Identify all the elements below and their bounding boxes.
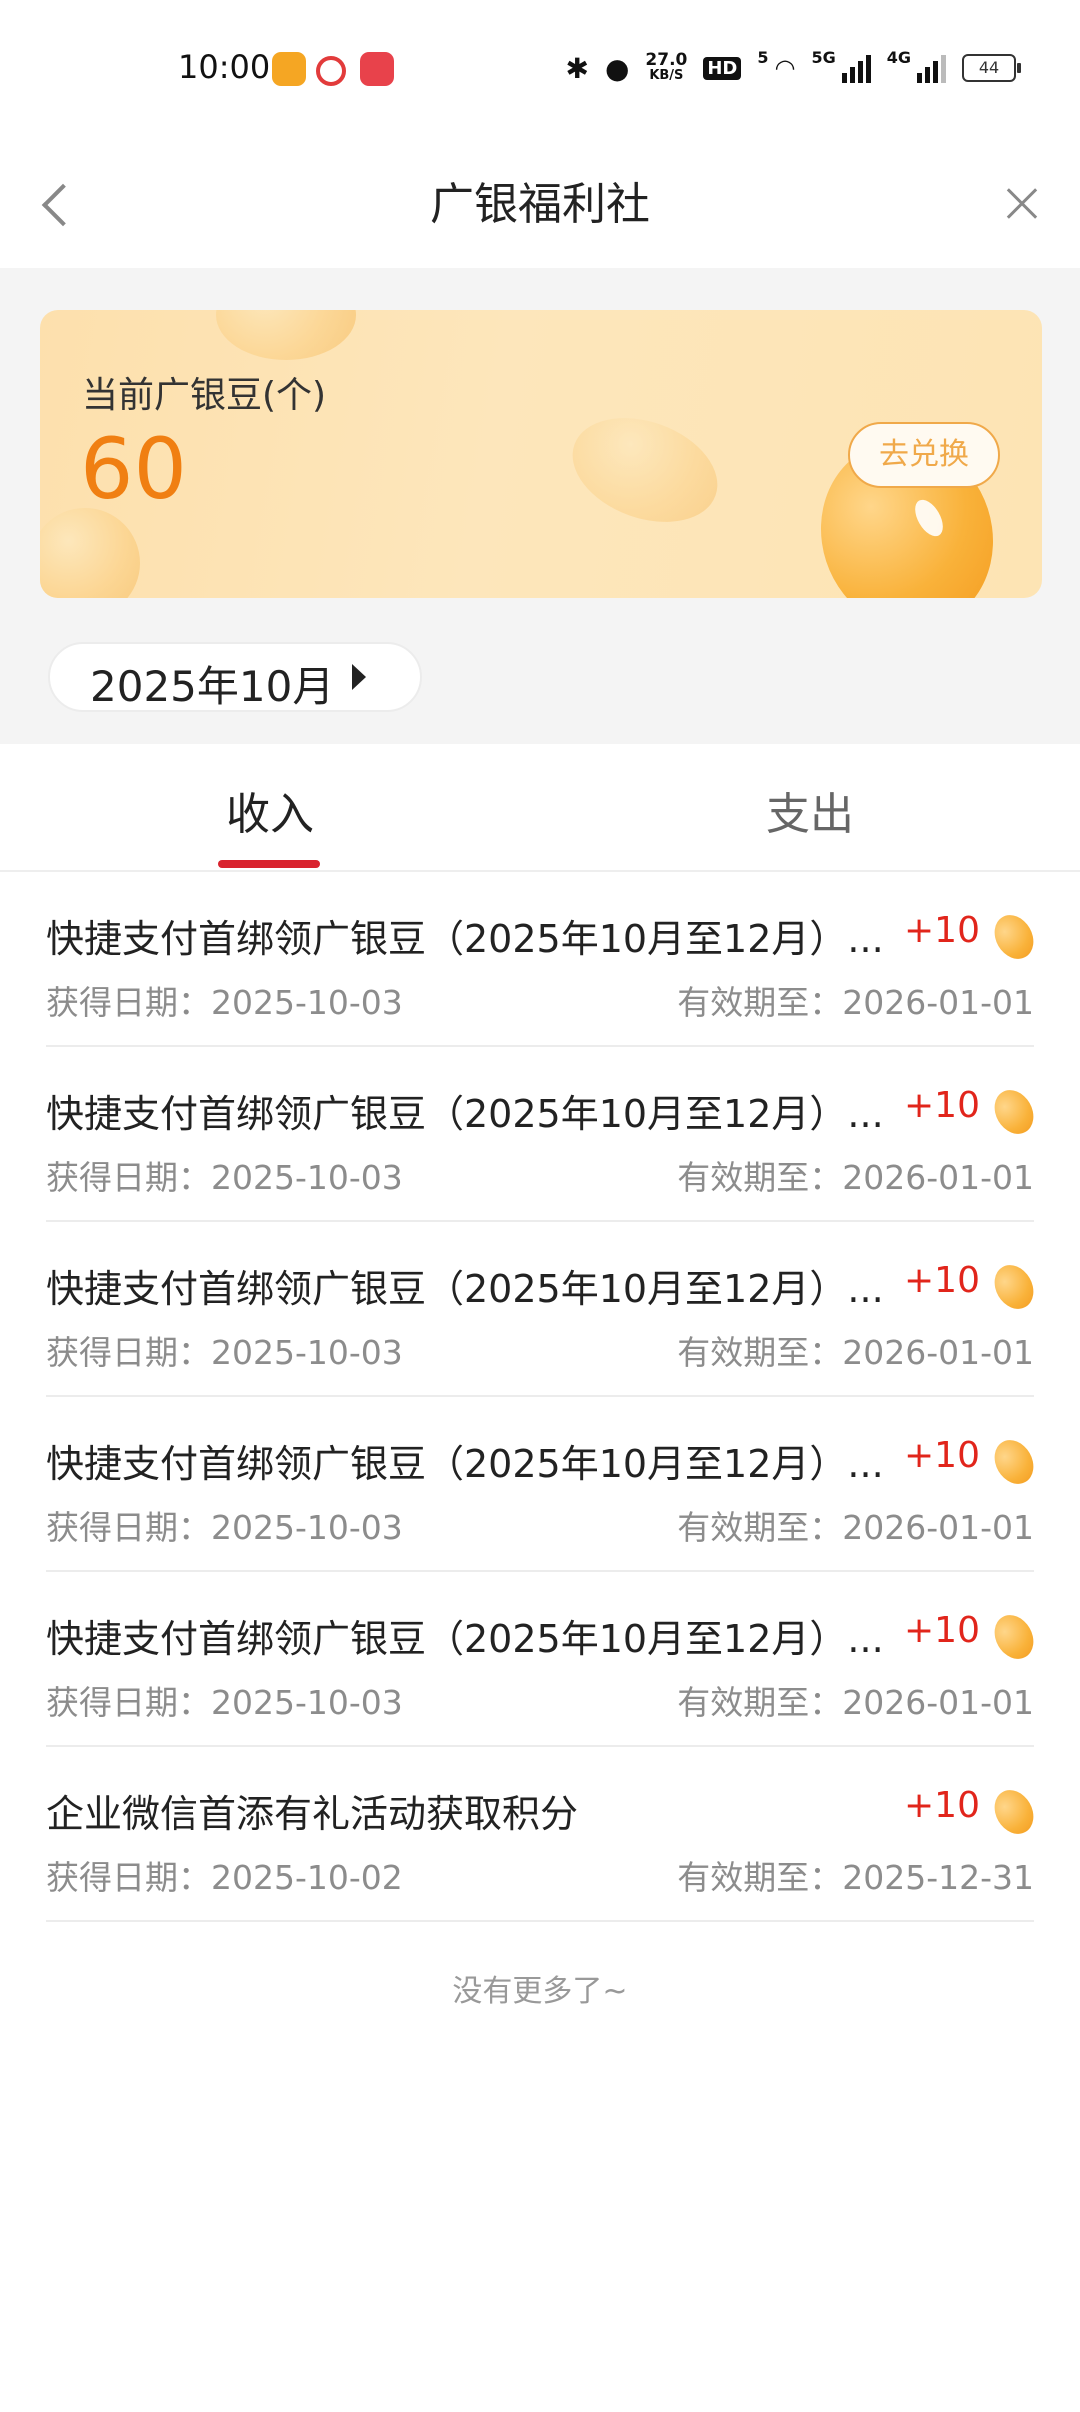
record-date: 获得日期：2025-10-02 — [46, 1858, 403, 1897]
record-date: 获得日期：2025-10-03 — [46, 1158, 403, 1197]
status-bar: 10:00 ✱ ● 27.0 KB/S HD 5 ◠ 5G 4G 44 — [0, 0, 1080, 140]
record-title: 快捷支付首绑领广银豆（2025年10月至12月）... — [46, 1617, 884, 1661]
page-title: 广银福利社 — [430, 179, 650, 230]
signal-5g-icon — [841, 53, 871, 83]
record-points: +10 — [904, 1260, 980, 1301]
record-expiry: 有效期至：2026-01-01 — [677, 983, 1034, 1022]
month-label: 2025年10月 — [90, 662, 335, 711]
summary-area: 当前广银豆(个) 60 去兑换 2025年10月 — [0, 268, 1080, 744]
record-expiry: 有效期至：2026-01-01 — [677, 1508, 1034, 1547]
close-button[interactable] — [990, 172, 1054, 236]
tab-expense[interactable]: 支出 — [540, 778, 1080, 842]
record-title: 企业微信首添有礼活动获取积分 — [46, 1792, 579, 1836]
record-title: 快捷支付首绑领广银豆（2025年10月至12月）... — [46, 1092, 884, 1136]
record-points: +10 — [904, 1610, 980, 1651]
bean-icon — [986, 1083, 1042, 1141]
bean-balance-value: 60 — [80, 420, 187, 518]
status-indicators: ✱ ● 27.0 KB/S HD 5 ◠ 5G 4G 44 — [565, 48, 1021, 88]
month-selector[interactable]: 2025年10月 — [48, 642, 422, 712]
list-item[interactable]: 快捷支付首绑领广银豆（2025年10月至12月）... +10 获得日期：202… — [46, 1572, 1042, 1747]
bean-icon — [986, 1608, 1042, 1666]
status-time: 10:00 — [178, 48, 271, 86]
signal-5g-label: 5G — [811, 48, 836, 67]
no-more-text: 没有更多了~ — [452, 1974, 628, 2009]
record-expiry: 有效期至：2026-01-01 — [677, 1333, 1034, 1372]
record-title: 快捷支付首绑领广银豆（2025年10月至12月）... — [46, 1267, 884, 1311]
record-title: 快捷支付首绑领广银豆（2025年10月至12月）... — [46, 917, 884, 961]
list-item[interactable]: 快捷支付首绑领广银豆（2025年10月至12月）... +10 获得日期：202… — [46, 1397, 1042, 1572]
record-points: +10 — [904, 1085, 980, 1126]
tab-income[interactable]: 收入 — [0, 778, 540, 842]
bean-icon — [986, 1433, 1042, 1491]
game-app-icon — [360, 52, 394, 86]
record-tabs: 收入 支出 — [0, 744, 1080, 872]
list-item[interactable]: 快捷支付首绑领广银豆（2025年10月至12月）... +10 获得日期：202… — [46, 1047, 1042, 1222]
bean-decoration — [216, 310, 356, 360]
caret-right-icon — [352, 664, 366, 690]
record-points: +10 — [904, 1435, 980, 1476]
title-bar: 广银福利社 — [0, 140, 1080, 268]
list-item[interactable]: 快捷支付首绑领广银豆（2025年10月至12月）... +10 获得日期：202… — [46, 1222, 1042, 1397]
record-expiry: 有效期至：2026-01-01 — [677, 1158, 1034, 1197]
battery-icon: 44 — [962, 54, 1021, 82]
list-item[interactable]: 企业微信首添有礼活动获取积分 +10 获得日期：2025-10-02 有效期至：… — [46, 1747, 1042, 1922]
signal-4g-icon — [917, 53, 946, 83]
bean-icon — [986, 908, 1042, 966]
network-speed: 27.0 KB/S — [645, 50, 688, 84]
record-list: 快捷支付首绑领广银豆（2025年10月至12月）... +10 获得日期：202… — [0, 872, 1080, 1922]
c-app-icon — [316, 56, 346, 86]
record-date: 获得日期：2025-10-03 — [46, 1508, 403, 1547]
wifi-icon: ◠ — [774, 54, 796, 82]
hd-badge: HD — [703, 56, 742, 80]
record-title: 快捷支付首绑领广银豆（2025年10月至12月）... — [46, 1442, 884, 1486]
tab-active-indicator — [218, 860, 320, 868]
bean-icon — [986, 1258, 1042, 1316]
signal-4g-label: 4G — [886, 48, 911, 67]
bean-balance-label: 当前广银豆(个) — [82, 375, 327, 416]
bean-balance-card: 当前广银豆(个) 60 去兑换 — [40, 310, 1042, 598]
bean-icon — [986, 1783, 1042, 1841]
wifi-label: 5 — [757, 48, 769, 67]
bluetooth-icon: ✱ — [565, 51, 589, 85]
record-date: 获得日期：2025-10-03 — [46, 1683, 403, 1722]
exchange-button[interactable]: 去兑换 — [848, 422, 1000, 488]
bean-decoration — [40, 508, 140, 598]
record-date: 获得日期：2025-10-03 — [46, 1333, 403, 1372]
record-expiry: 有效期至：2025-12-31 — [677, 1858, 1034, 1897]
location-icon: ● — [604, 51, 630, 85]
record-points: +10 — [904, 910, 980, 951]
record-expiry: 有效期至：2026-01-01 — [677, 1683, 1034, 1722]
record-points: +10 — [904, 1785, 980, 1826]
bean-decoration — [558, 399, 732, 541]
video-app-icon — [272, 52, 306, 86]
record-date: 获得日期：2025-10-03 — [46, 983, 403, 1022]
list-item[interactable]: 快捷支付首绑领广银豆（2025年10月至12月）... +10 获得日期：202… — [46, 872, 1042, 1047]
